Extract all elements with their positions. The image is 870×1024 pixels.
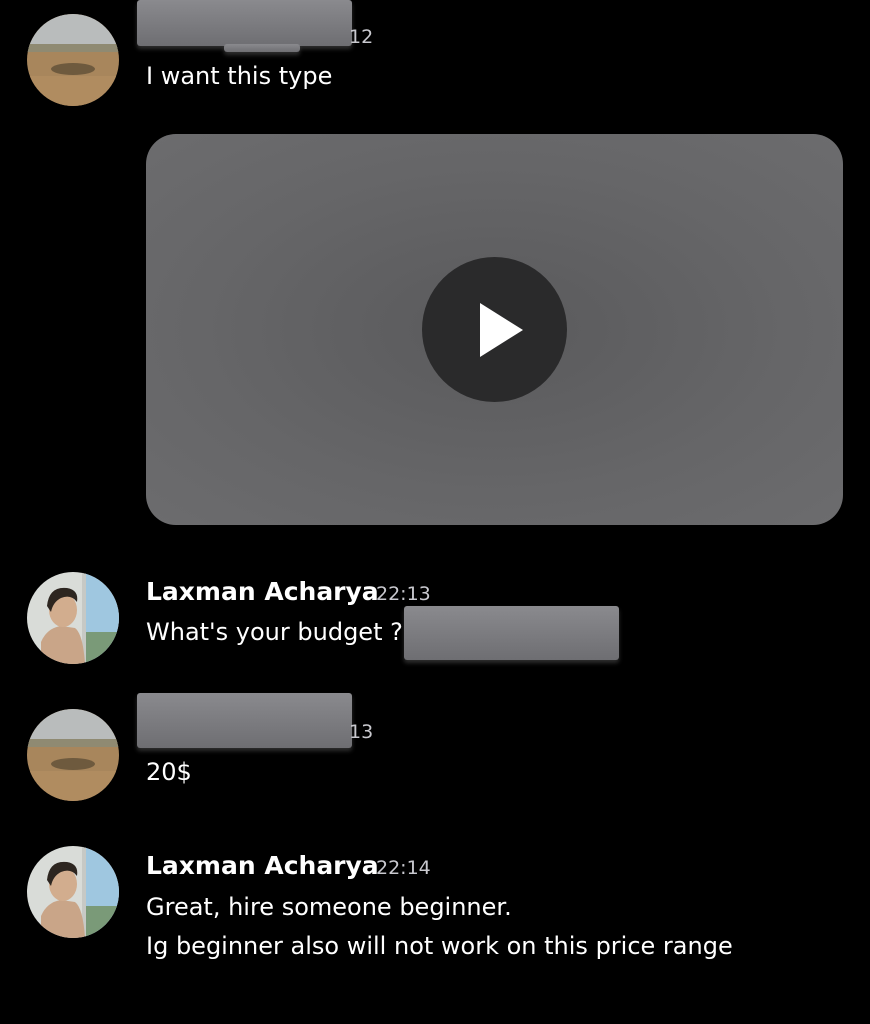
portrait-photo bbox=[27, 846, 119, 938]
message-text: I want this type bbox=[146, 62, 333, 90]
redacted-username-tail bbox=[224, 44, 300, 52]
timestamp-fragment: 12 bbox=[349, 26, 374, 48]
redacted-username bbox=[137, 693, 352, 748]
avatar-field-user[interactable] bbox=[27, 14, 119, 106]
avatar-laxman-acharya[interactable] bbox=[27, 572, 119, 664]
author-name[interactable]: Laxman Acharya bbox=[146, 851, 379, 880]
field-photo bbox=[27, 709, 119, 801]
redacted-text bbox=[404, 606, 619, 660]
avatar-field-user[interactable] bbox=[27, 709, 119, 801]
field-photo bbox=[27, 14, 119, 106]
message-time: 22:13 bbox=[376, 583, 431, 605]
timestamp-fragment: 13 bbox=[349, 721, 374, 743]
video-attachment[interactable] bbox=[146, 134, 843, 525]
message-text: 20$ bbox=[146, 758, 192, 786]
avatar-laxman-acharya[interactable] bbox=[27, 846, 119, 938]
message-line-1: Great, hire someone beginner. bbox=[146, 893, 512, 921]
message-line-2: Ig beginner also will not work on this p… bbox=[146, 932, 733, 960]
redacted-username bbox=[137, 0, 352, 46]
play-button[interactable] bbox=[422, 257, 567, 402]
play-icon bbox=[480, 303, 523, 357]
author-name[interactable]: Laxman Acharya bbox=[146, 577, 379, 606]
portrait-photo bbox=[27, 572, 119, 664]
message-time: 22:14 bbox=[376, 857, 431, 879]
message-text: What's your budget ? bbox=[146, 618, 403, 646]
